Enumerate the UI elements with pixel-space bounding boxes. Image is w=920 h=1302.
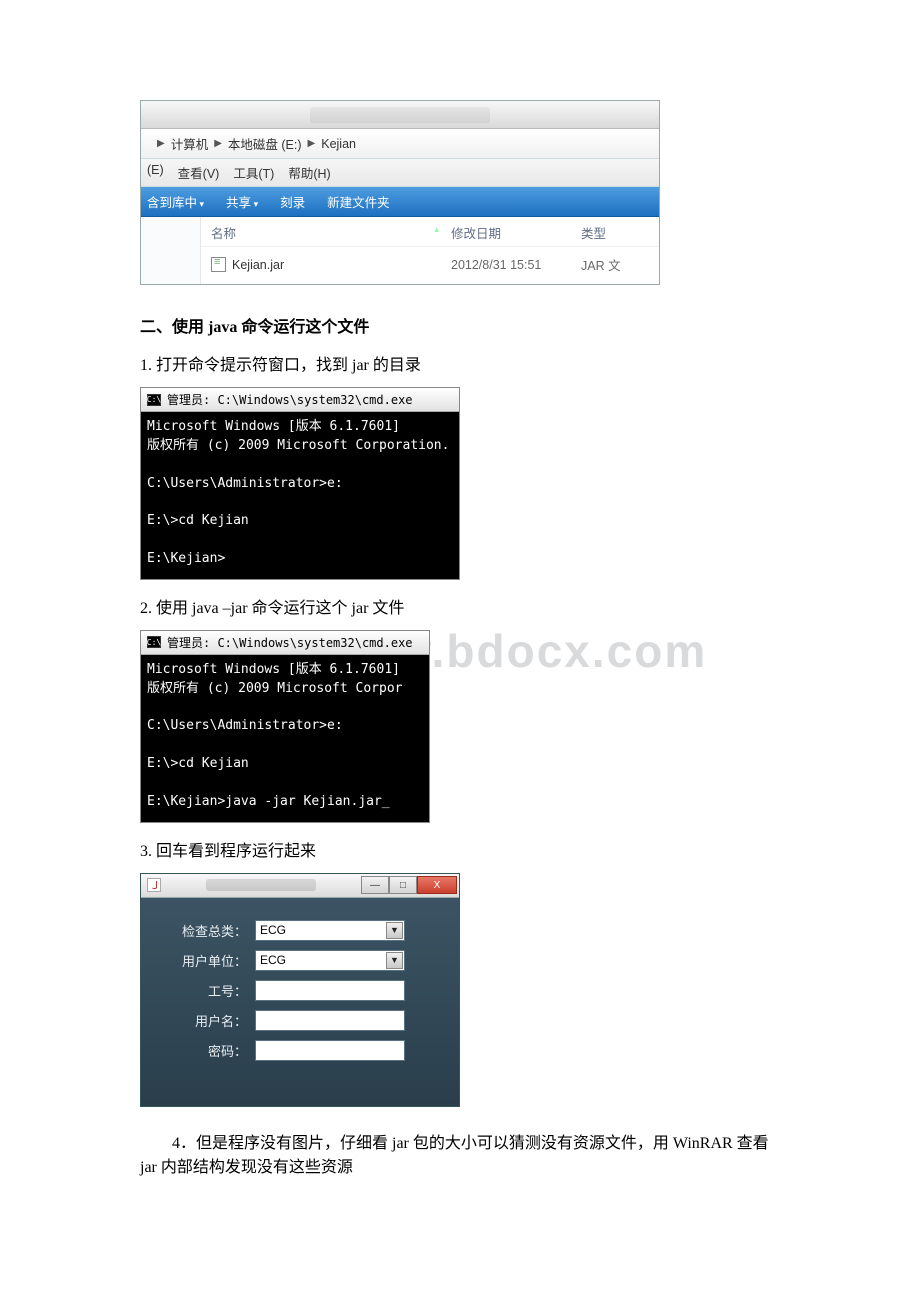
- chevron-down-icon[interactable]: ▼: [386, 952, 403, 969]
- user-unit-combobox[interactable]: ECG ▼: [255, 950, 405, 971]
- chevron-right-icon: ▶: [214, 138, 222, 149]
- worker-no-field[interactable]: [260, 982, 400, 999]
- minimize-button[interactable]: —: [361, 876, 389, 894]
- file-type: JAR 文: [581, 255, 649, 274]
- explorer-toolbar: 含到库中 共享 刻录 新建文件夹: [141, 187, 659, 217]
- close-button[interactable]: X: [417, 876, 457, 894]
- password-field[interactable]: [260, 1042, 400, 1059]
- chevron-right-icon: ▶: [308, 138, 316, 149]
- label-password: 密码：: [165, 1041, 247, 1060]
- cmd-title-text: 管理员: C:\Windows\system32\cmd.exe: [167, 634, 413, 651]
- col-type[interactable]: 类型: [581, 223, 649, 242]
- user-unit-value: ECG: [260, 953, 286, 967]
- explorer-menubar: (E) 查看(V) 工具(T) 帮助(H): [141, 159, 659, 187]
- explorer-window: ▶ 计算机 ▶ 本地磁盘 (E:) ▶ Kejian (E) 查看(V) 工具(…: [140, 100, 660, 285]
- breadcrumb-seg[interactable]: Kejian: [321, 137, 356, 151]
- step-text: 2. 使用 java –jar 命令运行这个 jar 文件: [140, 594, 780, 618]
- file-modified: 2012/8/31 15:51: [451, 258, 581, 272]
- label-user-unit: 用户单位：: [165, 951, 247, 970]
- new-folder-button[interactable]: 新建文件夹: [327, 192, 390, 211]
- cmd-titlebar: C:\ 管理员: C:\Windows\system32\cmd.exe: [141, 631, 429, 655]
- check-type-value: ECG: [260, 923, 286, 937]
- burn-button[interactable]: 刻录: [280, 192, 305, 211]
- java-icon: [147, 878, 161, 892]
- breadcrumb-seg[interactable]: 本地磁盘 (E:): [228, 134, 302, 153]
- col-modified[interactable]: 修改日期: [451, 223, 581, 242]
- explorer-nav-pane: [141, 217, 201, 284]
- app-titlebar: — □ X: [141, 874, 459, 898]
- worker-no-input[interactable]: [255, 980, 405, 1001]
- file-row[interactable]: Kejian.jar 2012/8/31 15:51 JAR 文: [201, 247, 659, 284]
- cmd-icon: C:\: [147, 636, 161, 648]
- step-text: 3. 回车看到程序运行起来: [140, 837, 780, 861]
- explorer-titlebar: [141, 101, 659, 129]
- check-type-combobox[interactable]: ECG ▼: [255, 920, 405, 941]
- maximize-button[interactable]: □: [389, 876, 417, 894]
- menu-tools[interactable]: 工具(T): [233, 163, 274, 182]
- password-input[interactable]: [255, 1040, 405, 1061]
- share-button[interactable]: 共享: [226, 192, 258, 211]
- breadcrumb-seg[interactable]: 计算机: [171, 134, 209, 153]
- cmd-icon: C:\: [147, 394, 161, 406]
- username-input[interactable]: [255, 1010, 405, 1031]
- chevron-down-icon[interactable]: ▼: [386, 922, 403, 939]
- cmd-title-text: 管理员: C:\Windows\system32\cmd.exe: [167, 391, 413, 408]
- chevron-right-icon: ▶: [157, 138, 165, 149]
- java-app-window: — □ X 检查总类： ECG ▼ 用户单位： ECG ▼ 工号: [140, 873, 460, 1107]
- include-in-library-button[interactable]: 含到库中: [147, 192, 204, 211]
- cmd-output: Microsoft Windows [版本 6.1.7601] 版权所有 (c)…: [141, 412, 459, 579]
- label-worker-no: 工号：: [165, 981, 247, 1000]
- menu-help[interactable]: 帮助(H): [288, 163, 330, 182]
- step-text: 4．但是程序没有图片，仔细看 jar 包的大小可以猜测没有资源文件，用 WinR…: [140, 1129, 780, 1177]
- label-username: 用户名：: [165, 1011, 247, 1030]
- label-check-type: 检查总类：: [165, 921, 247, 940]
- col-name[interactable]: 名称: [211, 223, 451, 242]
- cmd-output: Microsoft Windows [版本 6.1.7601] 版权所有 (c)…: [141, 655, 429, 822]
- columns-header[interactable]: 名称 修改日期 类型: [201, 217, 659, 247]
- step-text: 1. 打开命令提示符窗口，找到 jar 的目录: [140, 351, 780, 375]
- cmd-titlebar: C:\ 管理员: C:\Windows\system32\cmd.exe: [141, 388, 459, 412]
- username-field[interactable]: [260, 1012, 400, 1029]
- explorer-breadcrumb[interactable]: ▶ 计算机 ▶ 本地磁盘 (E:) ▶ Kejian: [141, 129, 659, 159]
- section-heading: 二、使用 java 命令运行这个文件: [140, 313, 780, 337]
- menu-edit[interactable]: (E): [147, 163, 164, 182]
- file-name: Kejian.jar: [232, 258, 284, 272]
- app-title-blur: [206, 879, 316, 891]
- cmd-window-2: C:\ 管理员: C:\Windows\system32\cmd.exe Mic…: [140, 630, 430, 823]
- menu-view[interactable]: 查看(V): [178, 163, 220, 182]
- cmd-window-1: C:\ 管理员: C:\Windows\system32\cmd.exe Mic…: [140, 387, 460, 580]
- jar-file-icon: [211, 257, 226, 272]
